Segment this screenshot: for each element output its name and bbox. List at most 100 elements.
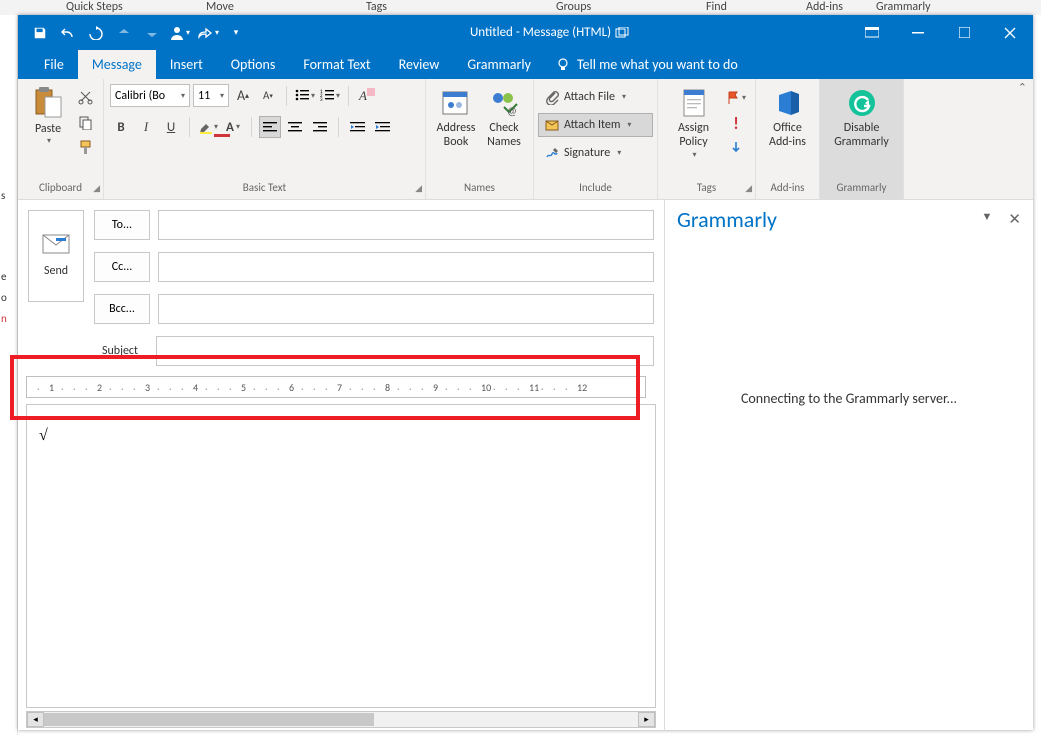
disable-grammarly-button[interactable]: Disable Grammarly (826, 84, 897, 153)
group-label-tags: Tags (697, 181, 716, 194)
panel-status-text: Connecting to the Grammarly server... (665, 238, 1033, 558)
person-icon[interactable]: ▾ (166, 19, 194, 47)
format-painter-icon[interactable] (74, 136, 96, 158)
dialog-launcher-icon[interactable]: ◢ (415, 183, 422, 194)
to-button[interactable]: To... (94, 210, 150, 240)
subject-label: Subject (92, 344, 148, 358)
group-label-clipboard: Clipboard (39, 181, 82, 194)
group-grammarly: Disable Grammarly Grammarly (820, 79, 904, 199)
scroll-left-icon[interactable]: ◂ (27, 712, 44, 727)
ribbon-tabs: File Message Insert Options Format Text … (18, 50, 1033, 79)
decrease-indent-icon[interactable] (346, 116, 368, 138)
grow-font-icon[interactable]: A▴ (232, 85, 254, 107)
tab-review[interactable]: Review (385, 50, 454, 79)
tab-options[interactable]: Options (217, 50, 290, 79)
svg-text:@: @ (507, 105, 517, 117)
subject-field[interactable] (156, 336, 654, 366)
svg-text:3: 3 (320, 97, 323, 102)
numbering-icon[interactable]: 123▾ (319, 85, 341, 107)
scroll-right-icon[interactable]: ▸ (638, 712, 655, 727)
align-right-icon[interactable] (309, 116, 331, 138)
group-addins: Office Add-ins Add-ins (756, 79, 820, 199)
to-field[interactable] (158, 210, 654, 240)
group-label-grammarly: Grammarly (837, 181, 887, 194)
font-color-icon[interactable]: A▾ (222, 116, 244, 138)
signature-icon (545, 146, 559, 160)
low-importance-icon[interactable] (725, 137, 747, 159)
office-addins-button[interactable]: Office Add-ins (762, 84, 813, 153)
dialog-launcher-icon[interactable]: ◢ (93, 183, 100, 194)
lightbulb-icon (555, 57, 571, 73)
item-icon (545, 118, 559, 132)
group-names: Address Book @ Check Names Names (426, 79, 534, 199)
close-icon[interactable] (987, 18, 1033, 48)
align-left-icon[interactable] (259, 116, 281, 138)
copy-icon[interactable] (74, 111, 96, 133)
increase-indent-icon[interactable] (371, 116, 393, 138)
horizontal-ruler[interactable]: 1···2···3···4···5···6···7···8···9···10··… (26, 376, 646, 398)
dialog-launcher-icon[interactable]: ◢ (745, 183, 752, 194)
attach-file-button[interactable]: Attach File▾ (538, 85, 653, 109)
group-tags: Assign Policy▾ ▾ ! Tags ◢ (658, 79, 756, 199)
tell-me-search[interactable]: Tell me what you want to do (545, 50, 748, 79)
send-envelope-icon (42, 234, 70, 254)
attach-item-button[interactable]: Attach Item▾ (538, 113, 653, 137)
tab-insert[interactable]: Insert (156, 50, 217, 79)
follow-up-flag-icon[interactable]: ▾ (725, 87, 747, 109)
group-label-names: Names (464, 181, 495, 194)
window-controls (849, 18, 1033, 48)
forward-icon[interactable]: ▾ (194, 19, 222, 47)
body-text-fragment: √ (39, 427, 48, 445)
check-names-button[interactable]: @ Check Names (480, 84, 528, 153)
cut-icon[interactable] (74, 86, 96, 108)
prev-icon (110, 19, 138, 47)
cc-field[interactable] (158, 252, 654, 282)
tab-grammarly[interactable]: Grammarly (453, 50, 545, 79)
bcc-field[interactable] (158, 294, 654, 324)
tab-message[interactable]: Message (78, 50, 156, 79)
clear-formatting-icon[interactable]: A (356, 85, 378, 107)
cc-button[interactable]: Cc... (94, 252, 150, 282)
minimize-icon[interactable] (895, 18, 941, 48)
background-left-fragment: seon (0, 15, 18, 735)
scroll-thumb[interactable] (44, 713, 374, 726)
horizontal-scrollbar[interactable]: ◂ ▸ (26, 711, 656, 728)
tab-format-text[interactable]: Format Text (289, 50, 384, 79)
font-size-combo[interactable]: 11▾ (193, 84, 229, 107)
quick-access-toolbar: ▾ ▾ ▾ (18, 19, 250, 47)
high-importance-icon[interactable]: ! (725, 112, 747, 134)
redo-icon[interactable] (82, 19, 110, 47)
assign-policy-button[interactable]: Assign Policy▾ (664, 84, 723, 163)
undo-icon[interactable] (54, 19, 82, 47)
shrink-font-icon[interactable]: A▾ (257, 85, 279, 107)
popout-icon (615, 27, 629, 39)
panel-close-icon[interactable]: ✕ (1008, 210, 1021, 229)
window-title: Untitled - Message (HTML) (250, 25, 849, 40)
bcc-button[interactable]: Bcc... (94, 294, 150, 324)
tab-file[interactable]: File (30, 50, 78, 79)
message-body[interactable]: √ (26, 404, 656, 708)
group-clipboard: Paste▾ Clipboard ◢ (18, 79, 104, 199)
grammarly-panel: Grammarly ▼ ✕ Connecting to the Grammarl… (665, 200, 1033, 730)
background-ribbon-groups: Quick Steps Move Tags Groups Find Add-in… (0, 0, 1041, 15)
group-basic-text: Calibri (Bo▾ 11▾ A▴ A▾ ▾ 123▾ A B I U ▾ (104, 79, 426, 199)
underline-icon[interactable]: U (160, 116, 182, 138)
collapse-ribbon-icon[interactable]: ⌃ (1018, 81, 1027, 94)
qat-customize-icon[interactable]: ▾ (222, 19, 250, 47)
maximize-icon[interactable] (941, 18, 987, 48)
ribbon-display-icon[interactable] (849, 18, 895, 48)
paste-button[interactable]: Paste▾ (24, 84, 72, 149)
bold-icon[interactable]: B (110, 116, 132, 138)
address-book-button[interactable]: Address Book (432, 84, 480, 153)
compose-pane: Send To... Cc... Bcc... Subject 1···2···… (18, 200, 665, 730)
signature-button[interactable]: Signature▾ (538, 141, 653, 165)
bullets-icon[interactable]: ▾ (294, 85, 316, 107)
align-center-icon[interactable] (284, 116, 306, 138)
next-icon (138, 19, 166, 47)
paperclip-icon (545, 89, 559, 105)
font-name-combo[interactable]: Calibri (Bo▾ (110, 84, 190, 107)
save-icon[interactable] (26, 19, 54, 47)
send-button[interactable]: Send (28, 210, 84, 302)
italic-icon[interactable]: I (135, 116, 157, 138)
panel-menu-icon[interactable]: ▼ (982, 210, 993, 229)
